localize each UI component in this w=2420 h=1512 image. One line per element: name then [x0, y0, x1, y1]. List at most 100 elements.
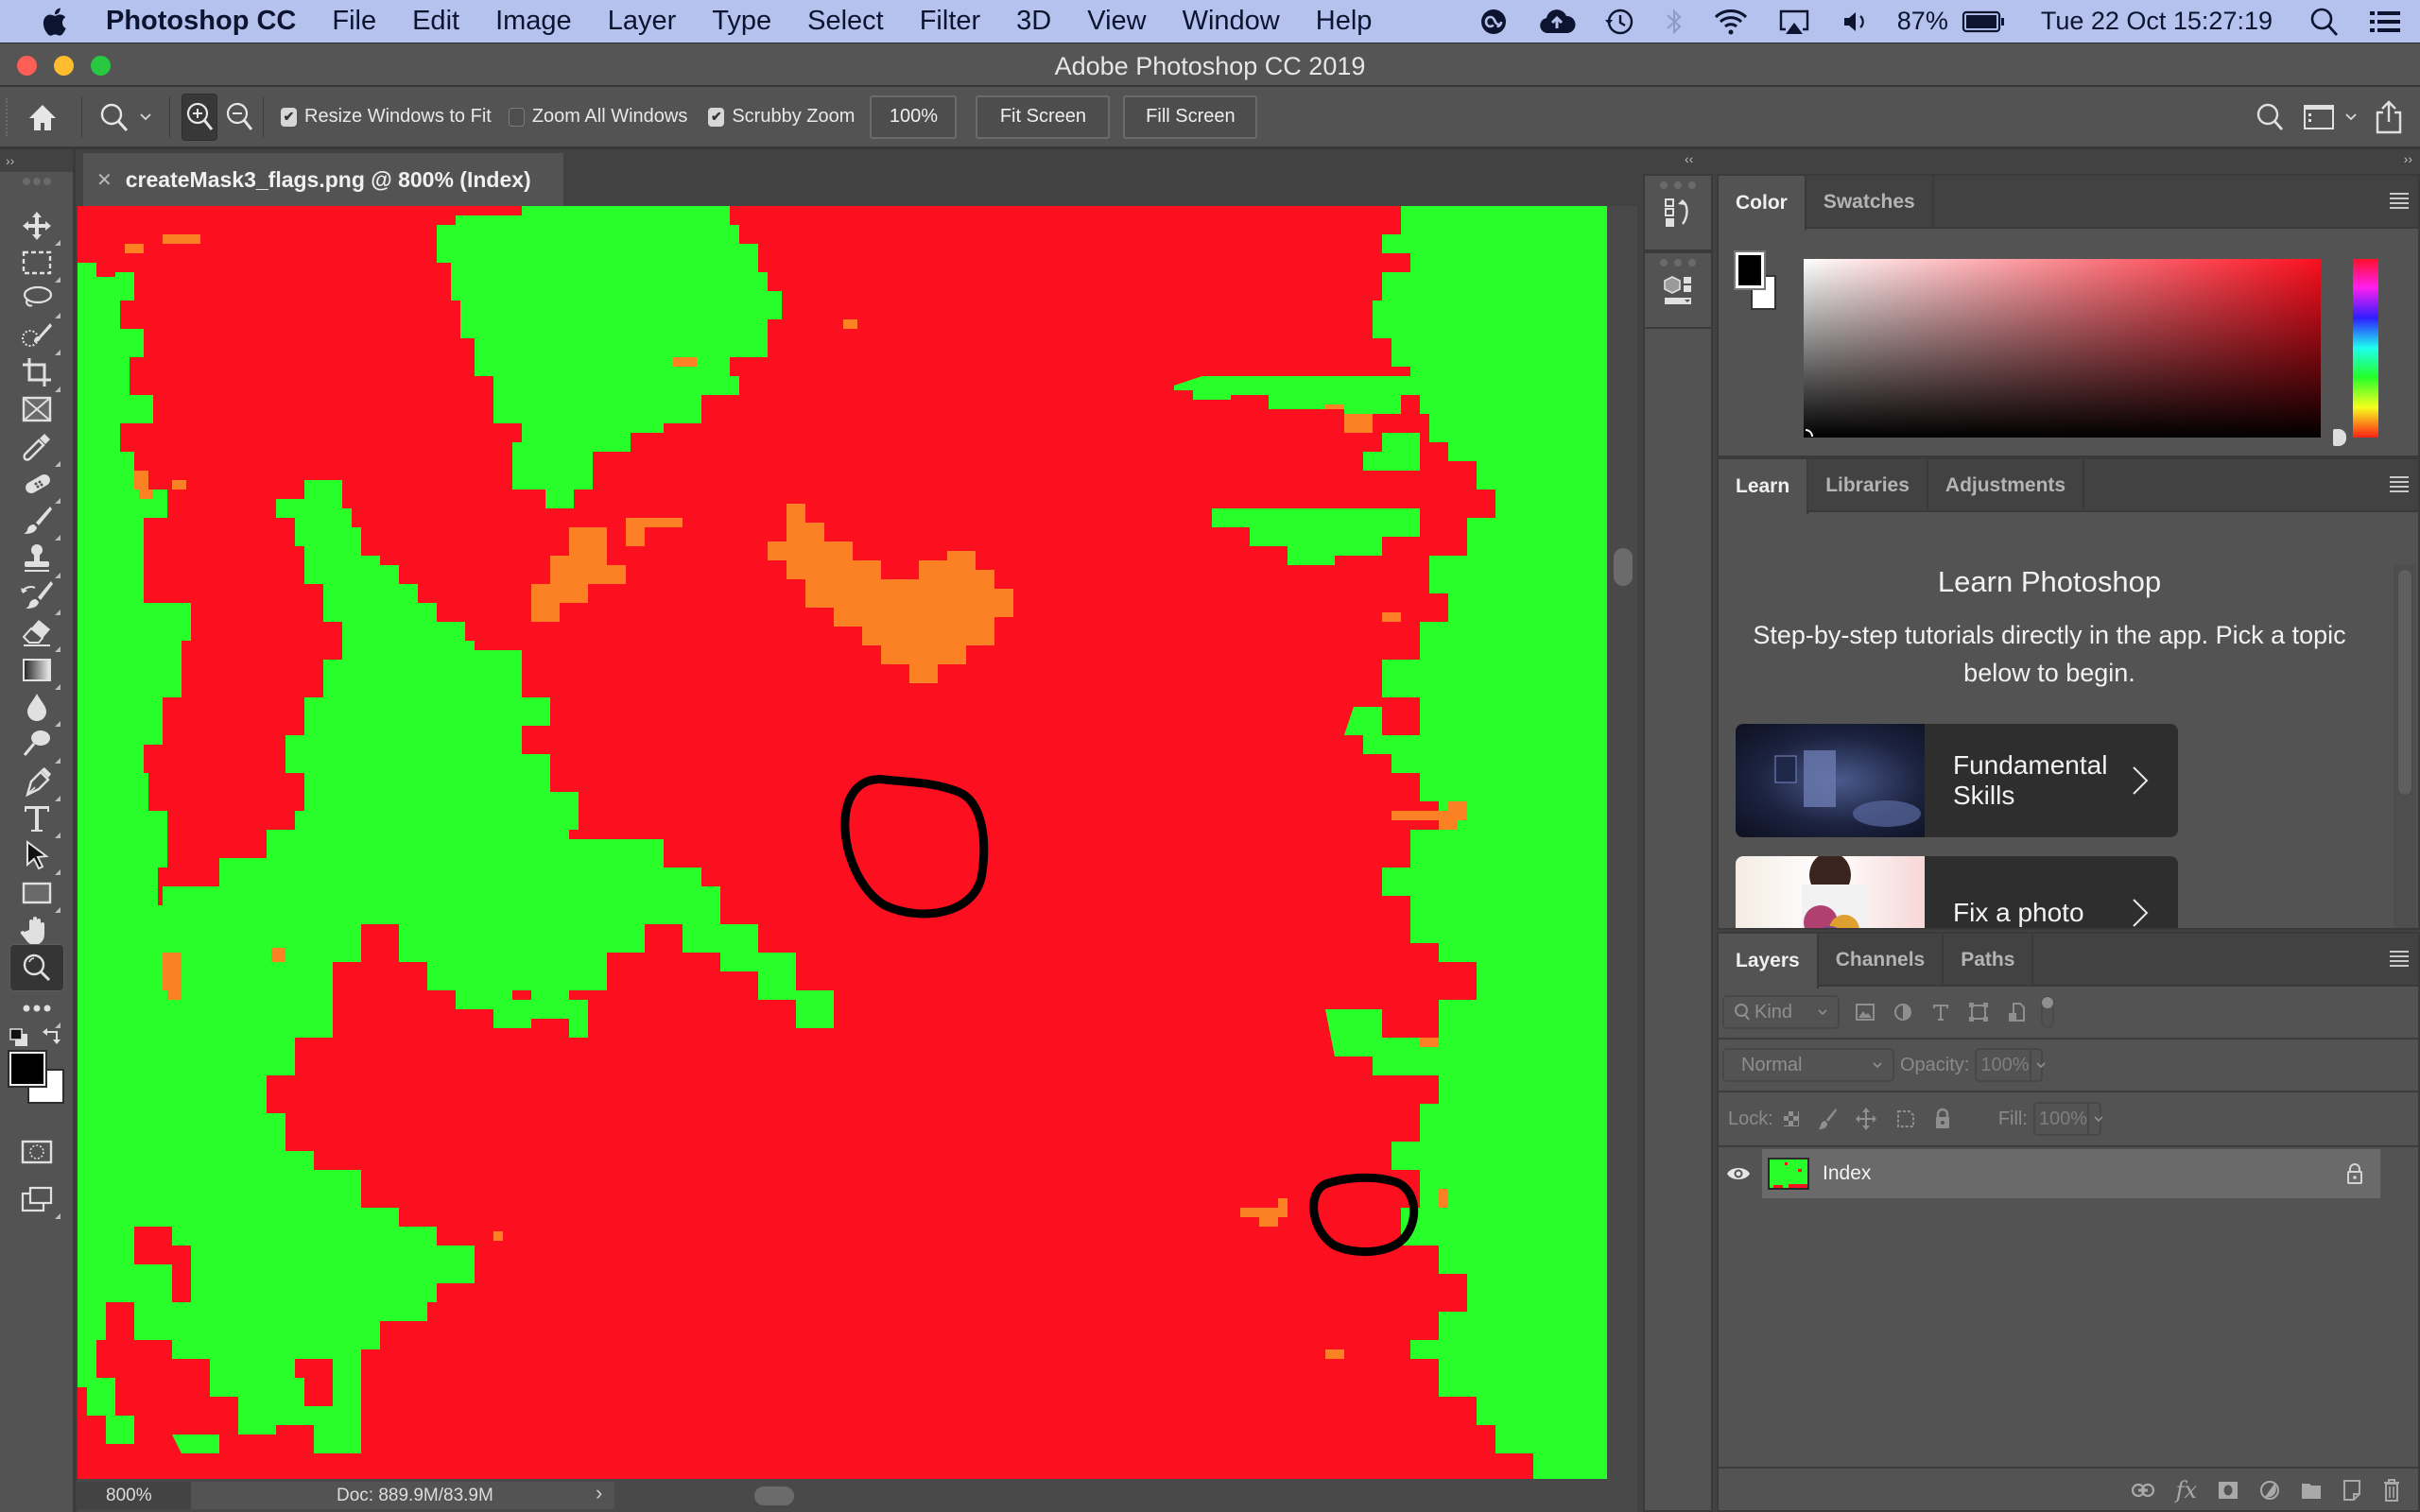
document-canvas[interactable] — [78, 206, 1607, 1479]
search-button[interactable] — [2244, 101, 2297, 133]
bluetooth-icon[interactable] — [1650, 6, 1699, 38]
menu-view[interactable]: View — [1069, 6, 1164, 37]
layer-body[interactable]: Index — [1762, 1149, 2380, 1198]
lock-image-pixels-button[interactable] — [1817, 1107, 1838, 1131]
zoom-100-button[interactable]: 100% — [870, 94, 958, 139]
home-button[interactable] — [9, 102, 76, 132]
menu-app-name[interactable]: Photoshop CC — [104, 6, 314, 37]
tab-learn[interactable]: Learn — [1719, 459, 1809, 514]
delete-layer-button[interactable] — [2382, 1478, 2401, 1503]
new-layer-button[interactable] — [2342, 1479, 2361, 1502]
link-layers-button[interactable] — [2131, 1481, 2155, 1500]
vertical-scrollbar[interactable] — [1607, 206, 1637, 1479]
apple-menu-icon[interactable] — [40, 5, 72, 39]
menu-type[interactable]: Type — [694, 6, 789, 37]
edit-toolbar-button[interactable] — [9, 985, 64, 1032]
panel-menu-icon[interactable] — [2390, 193, 2409, 212]
layer-row-index[interactable]: Index — [1719, 1149, 2380, 1198]
filter-pixel-layers-button[interactable] — [1855, 1003, 1876, 1022]
menu-window[interactable]: Window — [1165, 6, 1298, 37]
history-panel-button[interactable] — [1643, 174, 1713, 251]
foreground-background-colors[interactable] — [8, 1050, 66, 1105]
fill-screen-button[interactable]: Fill Screen — [1123, 94, 1258, 139]
tab-color[interactable]: Color — [1719, 176, 1806, 231]
clock[interactable]: Tue 22 Oct 15:27:19 — [2020, 7, 2286, 36]
learn-scrollbar-thumb[interactable] — [2397, 569, 2412, 796]
filter-adjustment-layers-button[interactable] — [1893, 1002, 1913, 1022]
fill-dropdown[interactable] — [2087, 1104, 2108, 1134]
tool-preset-picker[interactable] — [88, 101, 164, 133]
lock-position-button[interactable] — [1855, 1107, 1877, 1131]
default-colors-button[interactable] — [9, 1028, 28, 1047]
close-document-icon[interactable]: ✕ — [96, 168, 112, 192]
tab-swatches[interactable]: Swatches — [1806, 176, 1934, 229]
panel-menu-icon[interactable] — [2390, 951, 2409, 970]
menu-help[interactable]: Help — [1298, 6, 1391, 37]
tab-libraries[interactable]: Libraries — [1808, 459, 1928, 512]
panel-menu-icon[interactable] — [2390, 476, 2409, 495]
document-size-info[interactable]: Doc: 889.9M/83.9M — [191, 1482, 614, 1509]
menu-layer[interactable]: Layer — [590, 6, 695, 37]
share-button[interactable] — [2363, 99, 2414, 135]
layer-kind-filter[interactable]: Kind — [1722, 995, 1840, 1029]
fit-screen-button[interactable]: Fit Screen — [976, 94, 1111, 139]
layer-style-button[interactable]: fx — [2176, 1477, 2197, 1503]
workspace-switcher[interactable] — [2297, 103, 2363, 131]
zoom-level-field[interactable]: 800% — [78, 1482, 191, 1509]
opacity-field[interactable]: 100% — [1975, 1048, 2046, 1082]
status-menu-chevron-icon[interactable]: › — [596, 1481, 602, 1505]
swap-colors-button[interactable] — [42, 1026, 62, 1047]
fill-field[interactable]: 100% — [2032, 1102, 2103, 1136]
notification-center-icon[interactable] — [2354, 7, 2420, 37]
foreground-color-swatch[interactable] — [1734, 250, 1766, 290]
new-group-button[interactable] — [2301, 1481, 2322, 1500]
resize-windows-checkbox[interactable]: ✔ Resize Windows to Fit — [281, 106, 492, 128]
tab-layers[interactable]: Layers — [1719, 934, 1819, 988]
volume-icon[interactable] — [1825, 7, 1884, 37]
menu-3d[interactable]: 3D — [998, 6, 1069, 37]
expand-panels-icon[interactable]: ›› — [2404, 151, 2412, 166]
lock-transparent-pixels-button[interactable] — [1783, 1110, 1800, 1127]
tab-channels[interactable]: Channels — [1819, 934, 1945, 987]
lock-artboard-button[interactable] — [1894, 1108, 1917, 1130]
filter-type-layers-button[interactable] — [1930, 1002, 1951, 1022]
color-panel-fg-bg[interactable] — [1734, 250, 1777, 311]
tab-paths[interactable]: Paths — [1944, 934, 2034, 987]
tools-panel-grip[interactable] — [22, 178, 51, 187]
screen-mode-button[interactable] — [9, 1176, 64, 1223]
quick-mask-mode-button[interactable] — [9, 1128, 64, 1176]
time-machine-icon[interactable] — [1589, 6, 1650, 38]
tab-adjustments[interactable]: Adjustments — [1928, 459, 2085, 512]
layer-name[interactable]: Index — [1823, 1162, 2346, 1185]
filter-shape-layers-button[interactable] — [1968, 1002, 1989, 1022]
airplay-icon[interactable] — [1763, 7, 1825, 37]
new-adjustment-layer-button[interactable] — [2259, 1480, 2280, 1501]
creative-cloud-icon[interactable] — [1462, 7, 1525, 37]
vertical-scroll-thumb[interactable] — [1614, 548, 1633, 586]
foreground-color-swatch[interactable] — [8, 1050, 47, 1088]
menu-image[interactable]: Image — [477, 6, 590, 37]
tutorial-card-fundamental-skills[interactable]: Fundamental Skills — [1736, 724, 2178, 837]
layer-visibility-toggle[interactable] — [1719, 1165, 1758, 1182]
hue-slider-handle[interactable] — [2333, 429, 2346, 446]
zoom-out-mode-button[interactable] — [221, 94, 257, 141]
spotlight-search-icon[interactable] — [2286, 6, 2354, 38]
zoom-all-windows-checkbox[interactable]: Zoom All Windows — [508, 106, 687, 128]
zoom-in-mode-button[interactable] — [182, 93, 217, 141]
scrubby-zoom-checkbox[interactable]: ✔ Scrubby Zoom — [708, 106, 855, 128]
opacity-dropdown[interactable] — [2029, 1050, 2050, 1080]
document-tab[interactable]: ✕ createMask3_flags.png @ 800% (Index) — [83, 153, 563, 206]
tutorial-card-fix-a-photo[interactable]: Fix a photo — [1736, 856, 2178, 928]
horizontal-scroll-thumb[interactable] — [754, 1486, 794, 1505]
filter-toggle[interactable] — [2040, 995, 2055, 1029]
hue-slider[interactable] — [2353, 259, 2378, 438]
menu-select[interactable]: Select — [789, 6, 902, 37]
3d-panel-button[interactable] — [1643, 251, 1713, 329]
battery-icon[interactable] — [1962, 9, 2020, 34]
filter-smart-objects-button[interactable] — [2006, 1002, 2027, 1022]
add-mask-button[interactable] — [2218, 1481, 2238, 1500]
menu-edit[interactable]: Edit — [394, 6, 477, 37]
wifi-icon[interactable] — [1699, 7, 1763, 37]
lock-all-button[interactable] — [1934, 1108, 1951, 1130]
menu-filter[interactable]: Filter — [902, 6, 998, 37]
